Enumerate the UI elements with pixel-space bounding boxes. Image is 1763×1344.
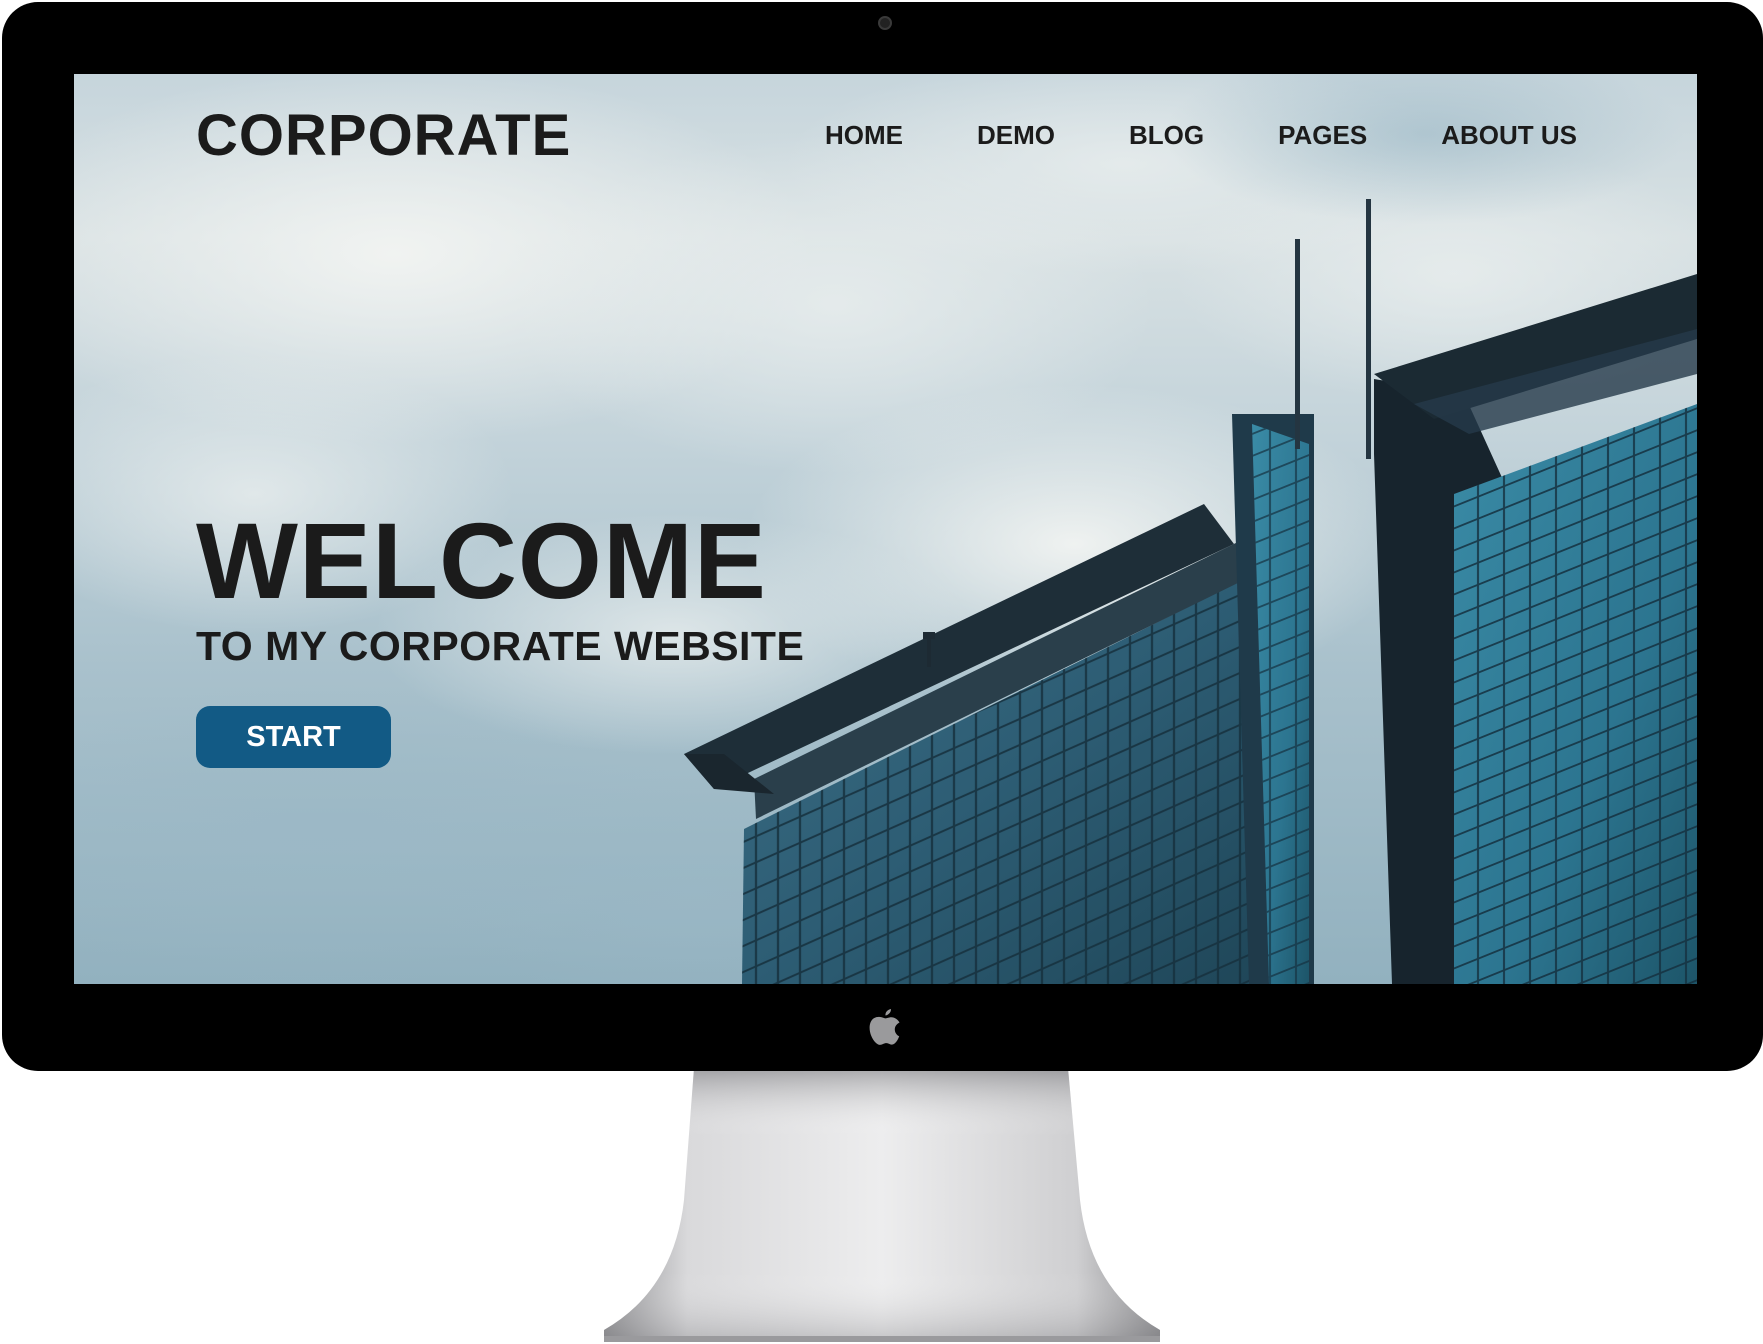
site-logo[interactable]: CORPORATE [196,102,571,170]
apple-logo-icon [869,1009,900,1045]
monitor-frame: CORPORATE HOME DEMO BLOG PAGES ABOUT US … [2,2,1763,1071]
hero-title: WELCOME [196,500,767,621]
nav-item-about-us[interactable]: ABOUT US [1441,120,1577,150]
camera-icon [878,16,892,30]
nav-item-blog[interactable]: BLOG [1129,120,1204,150]
hero-section: WELCOME TO MY CORPORATE WEBSITE START [196,506,804,768]
main-nav: HOME DEMO BLOG PAGES ABOUT US [751,120,1577,150]
nav-item-pages[interactable]: PAGES [1278,120,1367,150]
site-header: CORPORATE HOME DEMO BLOG PAGES ABOUT US [74,74,1697,204]
hero-subtitle: TO MY CORPORATE WEBSITE [196,623,805,669]
start-button[interactable]: START [196,706,391,768]
website-screen: CORPORATE HOME DEMO BLOG PAGES ABOUT US … [74,74,1697,984]
nav-item-demo[interactable]: DEMO [977,120,1055,150]
nav-item-home[interactable]: HOME [825,120,903,150]
